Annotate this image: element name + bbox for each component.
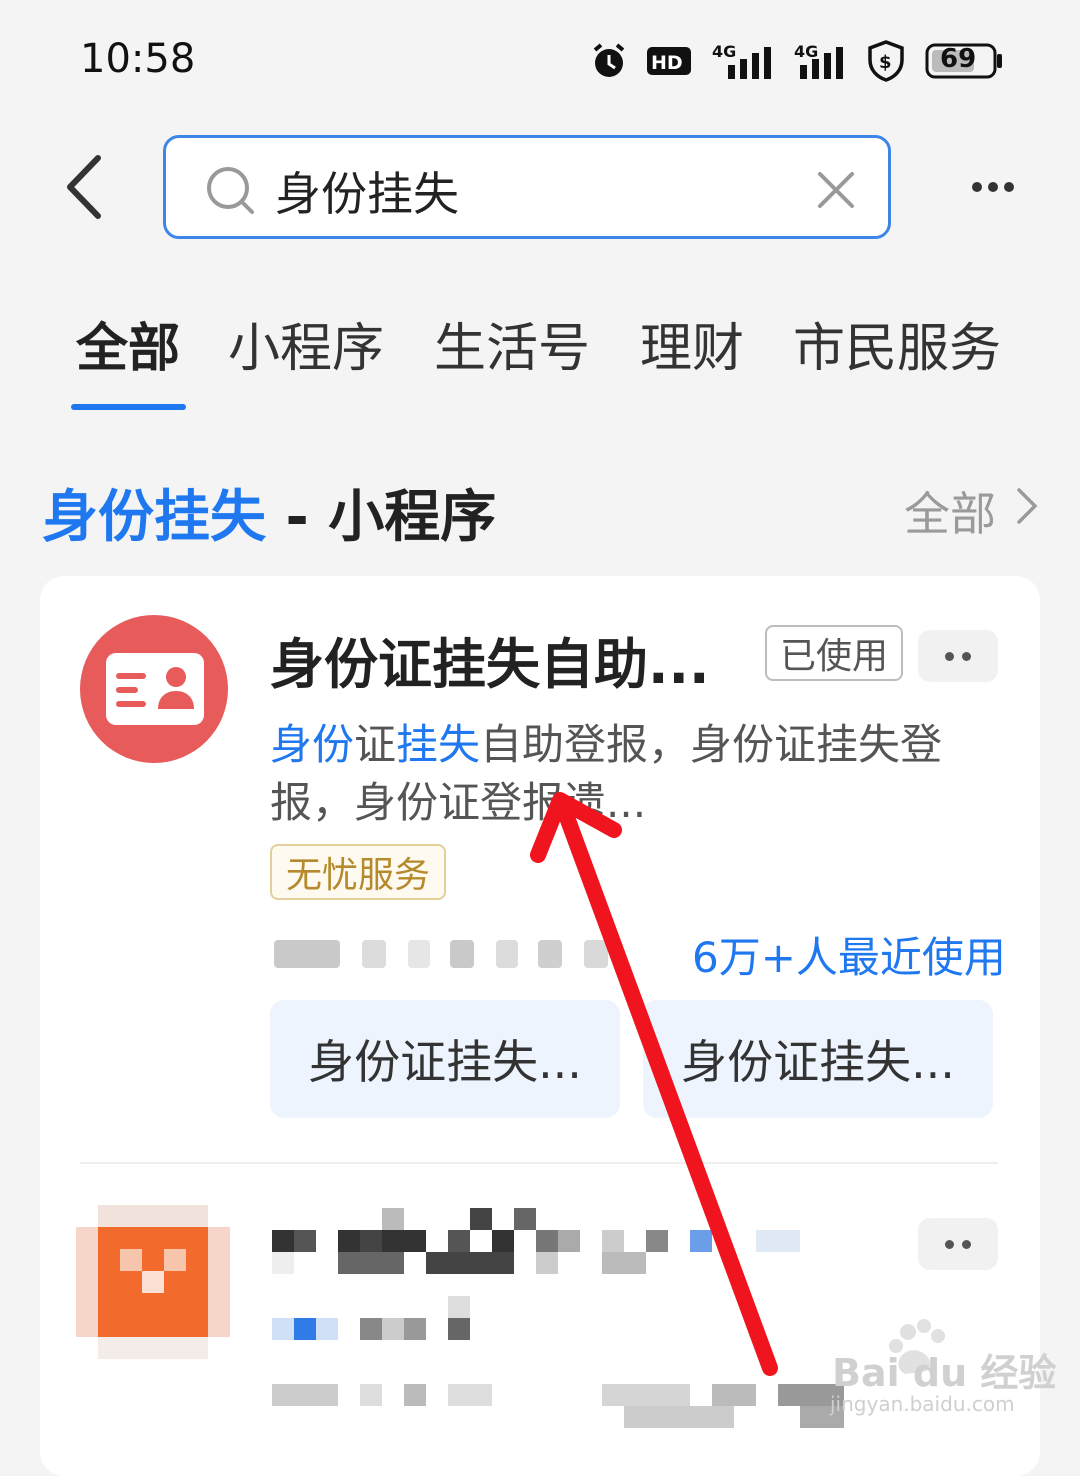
- chevron-right-icon: [1014, 486, 1040, 526]
- blurred-provider: [450, 940, 474, 968]
- result-more-button[interactable]: [918, 630, 998, 682]
- chevron-left-icon: [67, 155, 101, 219]
- blurred-provider: [584, 940, 608, 968]
- close-icon: [818, 172, 854, 208]
- svg-text:$: $: [879, 52, 892, 73]
- blurred-app-icon[interactable]: [76, 1205, 230, 1359]
- search-box[interactable]: [163, 135, 891, 239]
- search-input[interactable]: 身份挂失: [275, 158, 459, 224]
- result-description: 身份证挂失自助登报，身份证挂失登报，身份证登报遗...: [270, 716, 990, 832]
- blurred-provider: [538, 940, 562, 968]
- section-title-suffix: - 小程序: [266, 485, 497, 550]
- blurred-provider: [408, 940, 430, 968]
- watermark-url: jingyan.baidu.com: [830, 1392, 1015, 1416]
- tab-all[interactable]: 全部: [76, 306, 180, 381]
- blurred-provider: [362, 940, 386, 968]
- service-button-2[interactable]: 身份证挂失...: [643, 1000, 993, 1118]
- signal-4g-icon: 4G: [706, 38, 778, 84]
- desc-keyword: 身份: [270, 720, 355, 769]
- svg-text:HD: HD: [651, 52, 683, 74]
- section-title: 身份挂失 - 小程序: [42, 472, 496, 553]
- desc-keyword: 挂失: [396, 720, 481, 769]
- back-button[interactable]: [60, 152, 110, 222]
- tab-life-account[interactable]: 生活号: [434, 306, 590, 381]
- usage-count: 6万+人最近使用: [692, 933, 1006, 982]
- search-icon: [204, 164, 256, 216]
- svg-text:4G: 4G: [712, 42, 736, 61]
- blurred-provider: [274, 940, 340, 968]
- result-more-button[interactable]: [918, 1218, 998, 1270]
- blurred-result-desc: [272, 1296, 492, 1340]
- status-time: 10:58: [80, 36, 196, 82]
- service-button-1[interactable]: 身份证挂失...: [270, 1000, 620, 1118]
- more-menu-button[interactable]: [972, 178, 1024, 196]
- service-tag: 无忧服务: [270, 844, 446, 900]
- tab-finance[interactable]: 理财: [640, 306, 744, 381]
- svg-text:4G: 4G: [794, 42, 818, 61]
- result-title[interactable]: 身份证挂失自助...: [270, 620, 710, 699]
- active-tab-indicator: [71, 404, 186, 410]
- battery-level: 69: [940, 44, 977, 74]
- section-title-keyword: 身份挂失: [42, 485, 266, 550]
- tab-citizen-service[interactable]: 市民服务: [793, 306, 1001, 381]
- watermark-brand: Bai du 经验: [832, 1351, 1057, 1395]
- id-card-app-icon[interactable]: [80, 615, 228, 763]
- alarm-icon: [588, 38, 630, 84]
- section-all-link[interactable]: 全部: [904, 478, 996, 544]
- desc-text: 证: [354, 720, 397, 769]
- shield-icon: $: [864, 38, 908, 84]
- signal-4g-icon: 4G: [794, 38, 850, 84]
- result-divider: [80, 1162, 998, 1164]
- blurred-provider: [496, 940, 518, 968]
- hd-icon: HD: [646, 38, 692, 84]
- tab-mini-program[interactable]: 小程序: [228, 306, 384, 381]
- used-badge: 已使用: [765, 625, 903, 681]
- clear-search-button[interactable]: [816, 170, 856, 210]
- blurred-result-title: [272, 1208, 872, 1274]
